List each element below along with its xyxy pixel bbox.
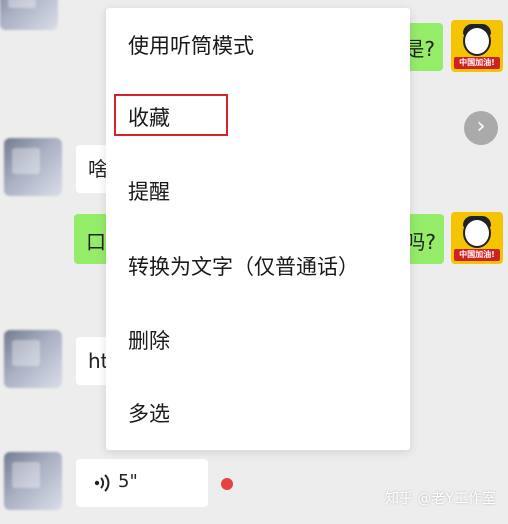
- context-menu: 使用听筒模式 收藏 提醒 转换为文字（仅普通话） 删除 多选: [106, 8, 410, 450]
- avatar-right-1[interactable]: 中国加油!: [451, 20, 503, 72]
- menu-item-delete[interactable]: 删除: [106, 311, 410, 371]
- avatar-badge: 中国加油!: [454, 57, 500, 69]
- unread-dot: [221, 478, 233, 490]
- menu-item-remind[interactable]: 提醒: [106, 162, 410, 222]
- menu-item-label: 使用听筒模式: [128, 34, 254, 58]
- avatar-left-1[interactable]: [0, 0, 58, 30]
- chevron-right-icon: ›: [476, 114, 486, 139]
- avatar-left-5[interactable]: [4, 452, 62, 510]
- avatar-badge: 中国加油!: [454, 249, 500, 261]
- avatar-right-3[interactable]: 中国加油!: [451, 212, 503, 264]
- chevron-next-button[interactable]: ›: [464, 111, 498, 145]
- watermark: 知乎 @老Y工作室: [384, 491, 496, 507]
- bubble-right-3-head: 口: [86, 230, 106, 254]
- voice-wave-icon: [94, 474, 110, 492]
- menu-item-label: 删除: [128, 329, 170, 353]
- avatar-face: [463, 26, 491, 56]
- voice-message-bubble[interactable]: 5": [76, 459, 208, 507]
- voice-duration: 5": [118, 471, 138, 492]
- menu-item-multi-select[interactable]: 多选: [106, 384, 410, 444]
- menu-item-label: 转换为文字（仅普通话）: [128, 255, 359, 279]
- favorite-highlight-box: [114, 94, 228, 136]
- menu-item-earpiece-mode[interactable]: 使用听筒模式: [106, 16, 410, 76]
- menu-item-label: 多选: [128, 402, 170, 426]
- avatar-face: [463, 218, 491, 248]
- avatar-left-2[interactable]: [4, 138, 62, 196]
- avatar-left-4[interactable]: [4, 330, 62, 388]
- bubble-left-2-text: 啥: [88, 157, 108, 181]
- menu-item-convert-to-text[interactable]: 转换为文字（仅普通话）: [106, 237, 410, 297]
- menu-item-label: 提醒: [128, 180, 170, 204]
